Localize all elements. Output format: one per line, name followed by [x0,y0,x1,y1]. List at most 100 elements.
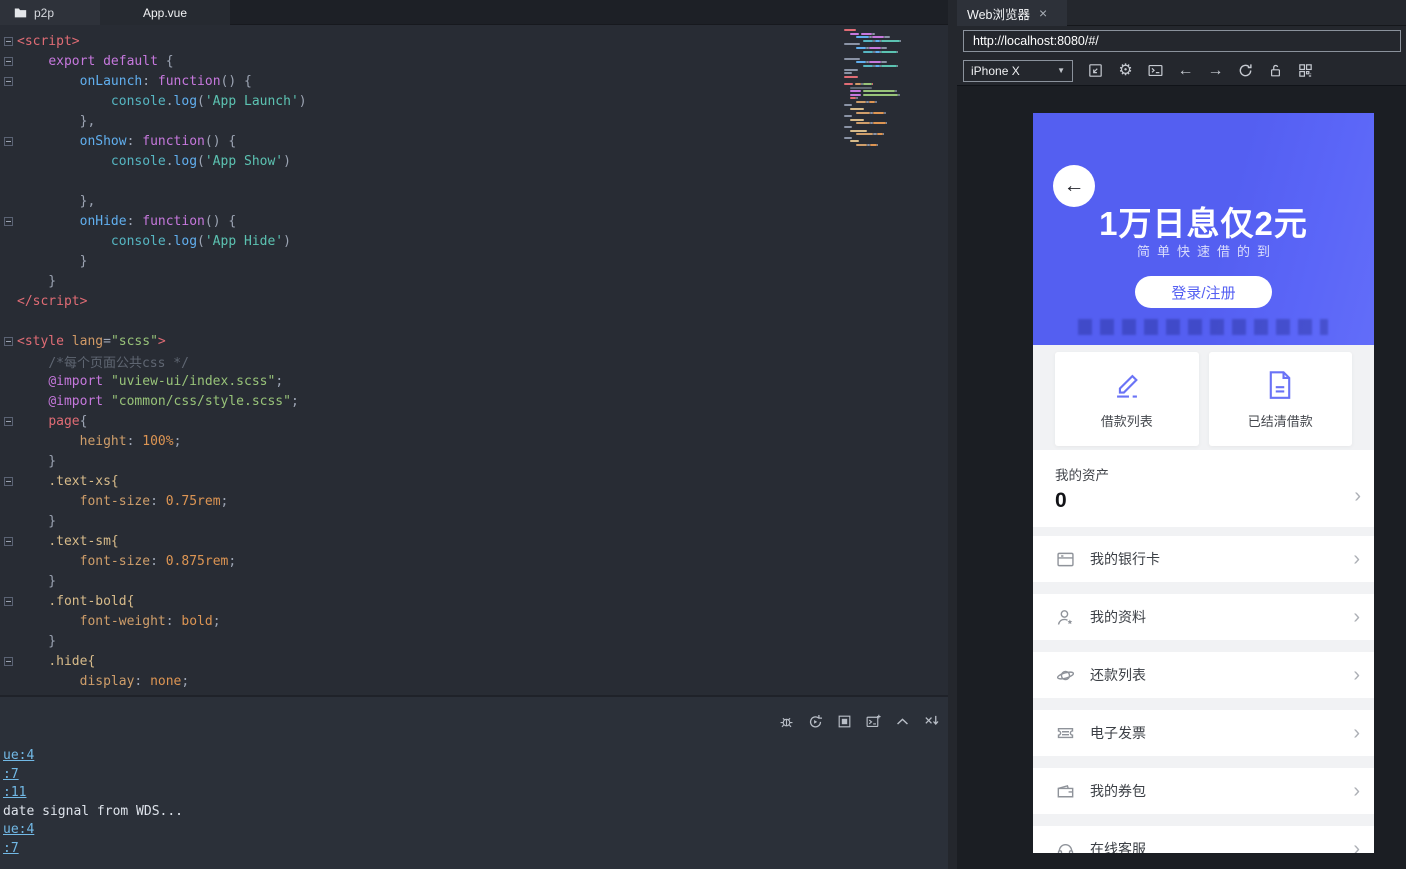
forward-icon[interactable]: → [1207,62,1224,79]
fold-gutter [0,537,17,546]
planet-icon[interactable] [1055,665,1076,686]
open-external-icon[interactable] [1087,62,1104,79]
fold-toggle-icon[interactable] [4,537,13,546]
console-icon[interactable] [1147,62,1164,79]
code-line[interactable] [0,171,948,191]
bank-card-icon[interactable] [1055,549,1076,570]
debug-icon[interactable] [778,713,795,730]
fold-toggle-icon[interactable] [4,417,13,426]
minimap[interactable] [844,29,928,148]
fold-toggle-icon[interactable] [4,657,13,666]
fold-toggle-icon[interactable] [4,57,13,66]
code-line[interactable]: console.log('App Hide') [0,231,948,251]
settings-icon[interactable]: ⚙ [1117,62,1134,79]
login-register-button[interactable]: 登录/注册 [1135,276,1272,308]
code-line[interactable]: onHide: function() { [0,211,948,231]
code-line[interactable]: <style lang="scss"> [0,331,948,351]
wallet-icon[interactable] [1055,781,1076,802]
headset-icon[interactable] [1055,839,1076,854]
console-log-line[interactable]: ue:4 [3,821,183,840]
code-line[interactable]: @import "uview-ui/index.scss"; [0,371,948,391]
code-line[interactable]: display: none; [0,671,948,691]
lock-icon[interactable] [1267,62,1284,79]
qrcode-icon[interactable] [1297,62,1314,79]
code-line[interactable]: font-weight: bold; [0,611,948,631]
url-input[interactable]: http://localhost:8080/#/ [963,30,1401,52]
minimap-row [844,97,928,99]
menu-item[interactable]: 在线客服› [1033,826,1374,853]
code-line[interactable]: font-size: 0.875rem; [0,551,948,571]
code-editor[interactable]: <script> export default { onLaunch: func… [0,25,948,695]
profile-icon[interactable] [1055,607,1076,628]
document-icon[interactable] [1263,368,1297,402]
code-line[interactable]: </script> [0,291,948,311]
menu-item[interactable]: 我的银行卡› [1033,536,1374,582]
minimap-row [844,130,928,132]
console-log-line[interactable]: :11 [3,784,183,803]
code-text: <script> [17,34,80,49]
tab-project-p2p[interactable]: p2p [0,0,100,25]
code-line[interactable]: console.log('App Launch') [0,91,948,111]
fold-toggle-icon[interactable] [4,217,13,226]
code-line[interactable]: .font-bold{ [0,591,948,611]
tab-web-browser[interactable]: Web浏览器 × [957,0,1067,26]
fold-toggle-icon[interactable] [4,137,13,146]
menu-item[interactable]: 还款列表› [1033,652,1374,698]
quick-card[interactable]: 已结清借款 [1209,352,1353,446]
code-text: } [17,254,87,269]
device-selector-value: iPhone X [971,64,1020,78]
console-log-line[interactable]: :7 [3,766,183,785]
code-line[interactable]: @import "common/css/style.scss"; [0,391,948,411]
code-line[interactable]: }, [0,191,948,211]
close-icon[interactable]: × [1039,6,1047,20]
code-line[interactable]: onLaunch: function() { [0,71,948,91]
code-line[interactable]: onShow: function() { [0,131,948,151]
code-line[interactable]: } [0,251,948,271]
refresh-icon[interactable] [1237,62,1254,79]
fold-toggle-icon[interactable] [4,337,13,346]
url-row: http://localhost:8080/#/ [957,26,1406,56]
code-line[interactable]: height: 100%; [0,431,948,451]
clear-icon[interactable] [923,713,940,730]
code-line[interactable]: }, [0,111,948,131]
code-line[interactable] [0,311,948,331]
panel-splitter[interactable] [948,0,957,869]
back-arrow-icon: ← [1064,174,1085,198]
code-line[interactable]: .text-xs{ [0,471,948,491]
device-selector[interactable]: iPhone X ▼ [963,60,1073,82]
code-line[interactable]: .text-sm{ [0,531,948,551]
fold-toggle-icon[interactable] [4,77,13,86]
code-line[interactable]: console.log('App Show') [0,151,948,171]
code-line[interactable]: } [0,631,948,651]
code-line[interactable]: .hide{ [0,651,948,671]
my-assets-row[interactable]: 我的资产 0 › [1033,450,1374,527]
invoice-icon[interactable] [1055,723,1076,744]
code-line[interactable]: } [0,571,948,591]
collapse-icon[interactable] [894,713,911,730]
menu-item[interactable]: 电子发票› [1033,710,1374,756]
code-line[interactable]: <script> [0,31,948,51]
menu-item[interactable]: 我的券包› [1033,768,1374,814]
fold-toggle-icon[interactable] [4,477,13,486]
console-log-line[interactable]: ue:4 [3,747,183,766]
quick-card[interactable]: 借款列表 [1055,352,1199,446]
back-icon[interactable]: ← [1177,62,1194,79]
code-line[interactable]: } [0,511,948,531]
fold-toggle-icon[interactable] [4,597,13,606]
code-text: page{ [17,414,87,429]
console-log-line[interactable]: :7 [3,840,183,859]
fold-toggle-icon[interactable] [4,37,13,46]
code-line[interactable]: /*每个页面公共css */ [0,351,948,371]
tab-file-appvue[interactable]: App.vue [100,0,230,25]
code-line[interactable]: font-size: 0.75rem; [0,491,948,511]
menu-item[interactable]: 我的资料› [1033,594,1374,640]
new-terminal-icon[interactable] [865,713,882,730]
code-line[interactable]: } [0,451,948,471]
restart-icon[interactable] [807,713,824,730]
code-line[interactable]: page{ [0,411,948,431]
minimap-row [844,40,928,42]
code-line[interactable]: export default { [0,51,948,71]
code-line[interactable]: } [0,271,948,291]
stop-icon[interactable] [836,713,853,730]
pencil-icon[interactable] [1110,368,1144,402]
